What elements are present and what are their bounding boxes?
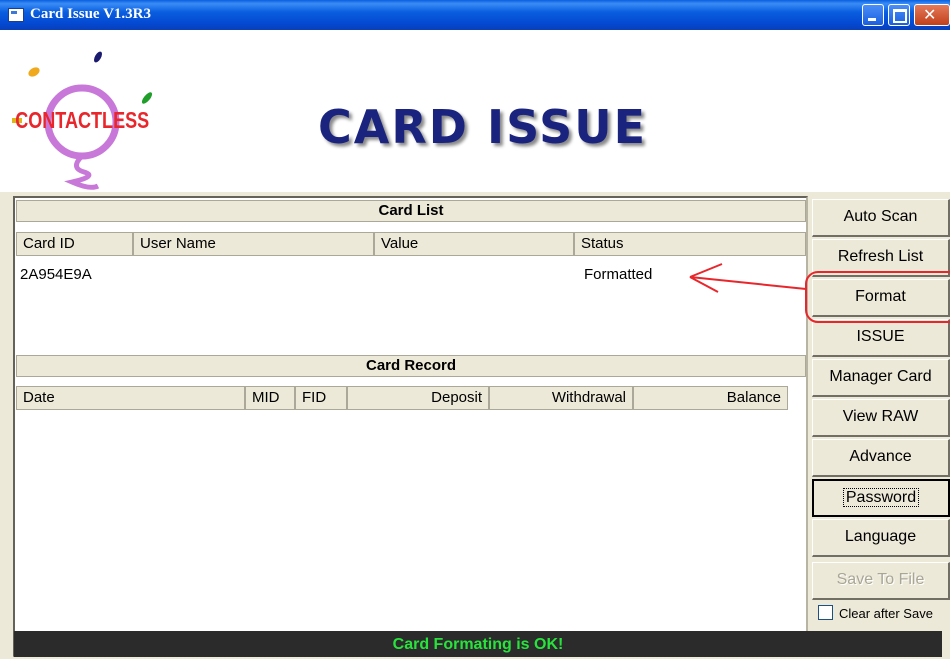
password-button-label: Password — [842, 488, 920, 507]
card-record-header: Card Record — [16, 355, 806, 377]
clear-after-save-checkbox[interactable] — [818, 605, 833, 620]
column-header-mid[interactable]: MID — [245, 386, 295, 410]
column-header-withdrawal[interactable]: Withdrawal — [489, 386, 633, 410]
column-header-value[interactable]: Value — [374, 232, 574, 256]
window-title: Card Issue V1.3R3 — [30, 6, 151, 22]
save-to-file-button[interactable]: Save To File — [812, 562, 950, 600]
advance-button[interactable]: Advance — [812, 439, 950, 477]
banner-title: CARD ISSUE — [318, 100, 648, 154]
maximize-button[interactable] — [888, 4, 910, 26]
status-bar: Card Formating is OK! — [14, 631, 942, 657]
logo-text: CONTACTLESS — [15, 108, 149, 134]
banner: CONTACTLESS CARD ISSUE — [0, 30, 950, 192]
clear-after-save-label: Clear after Save — [839, 606, 933, 621]
column-header-card-id[interactable]: Card ID — [16, 232, 133, 256]
manager-card-button[interactable]: Manager Card — [812, 359, 950, 397]
table-row[interactable]: 2A954E9A Formatted — [16, 265, 806, 287]
refresh-list-button[interactable]: Refresh List — [812, 239, 950, 277]
card-list-header: Card List — [16, 200, 806, 222]
card-id-cell: 2A954E9A — [20, 266, 92, 283]
status-cell: Formatted — [584, 266, 653, 283]
column-header-deposit[interactable]: Deposit — [347, 386, 489, 410]
view-raw-button[interactable]: View RAW — [812, 399, 950, 437]
language-button[interactable]: Language — [812, 519, 950, 557]
column-header-user-name[interactable]: User Name — [133, 232, 374, 256]
column-header-fid[interactable]: FID — [295, 386, 347, 410]
clear-after-save-option[interactable]: Clear after Save — [818, 605, 933, 621]
column-header-status[interactable]: Status — [574, 232, 806, 256]
column-header-date[interactable]: Date — [16, 386, 245, 410]
format-button[interactable]: Format — [812, 279, 950, 317]
auto-scan-button[interactable]: Auto Scan — [812, 199, 950, 237]
title-bar[interactable]: Card Issue V1.3R3 — [0, 0, 950, 30]
issue-button[interactable]: ISSUE — [812, 319, 950, 357]
contactless-logo: CONTACTLESS — [12, 51, 153, 190]
app-icon[interactable] — [8, 8, 24, 22]
column-header-balance[interactable]: Balance — [633, 386, 788, 410]
password-button[interactable]: Password — [812, 479, 950, 517]
close-button[interactable] — [914, 4, 950, 26]
minimize-button[interactable] — [862, 4, 884, 26]
